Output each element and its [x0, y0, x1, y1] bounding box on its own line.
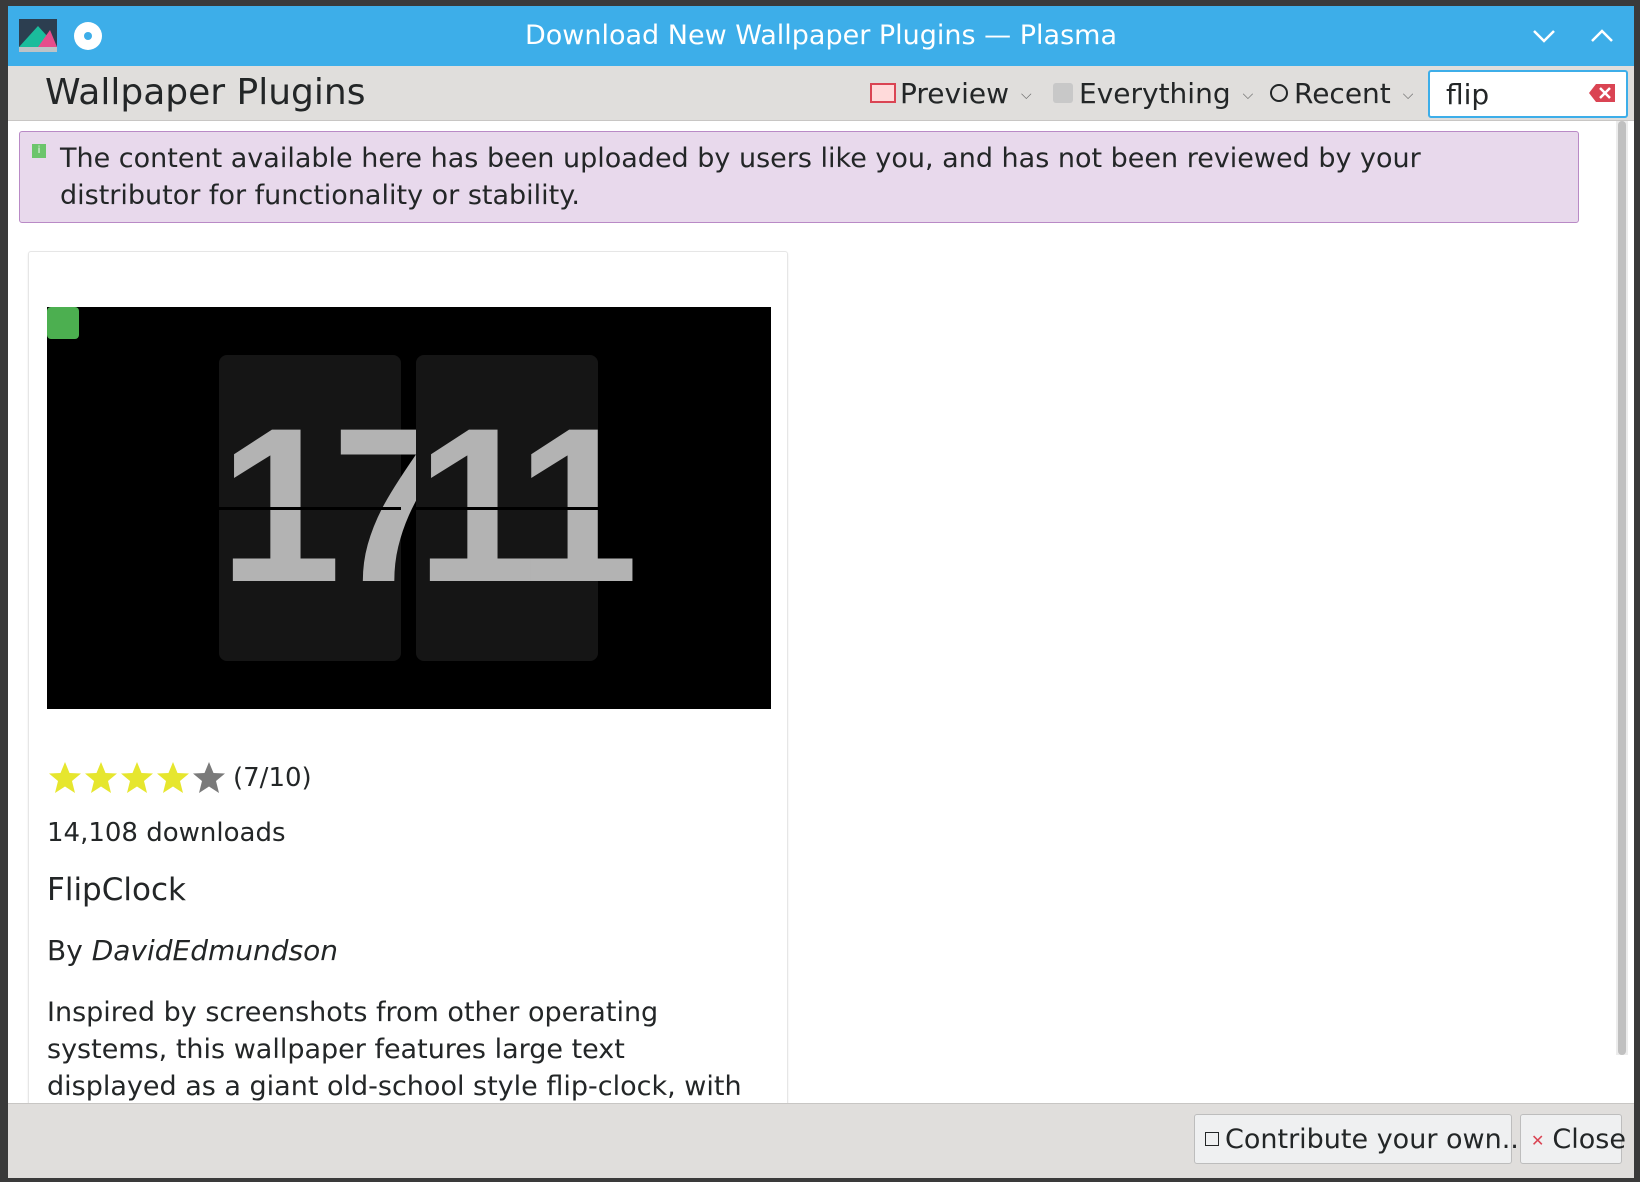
- filter-dropdown[interactable]: Everything ⌵: [1053, 74, 1253, 114]
- flip-divider: [416, 507, 598, 510]
- sort-label: Recent: [1294, 77, 1391, 110]
- download-count: 14,108 downloads: [47, 818, 286, 848]
- header-toolbar: Wallpaper Plugins Preview ⌵ Everything ⌵ R…: [8, 66, 1634, 121]
- star-filled-icon: [157, 762, 189, 793]
- content-area: i The content available here has been up…: [8, 121, 1634, 1103]
- rating: (7/10): [47, 760, 312, 800]
- filter-icon: [1053, 83, 1073, 103]
- item-preview-image[interactable]: 17 11: [47, 307, 771, 709]
- author-prefix: By: [47, 934, 92, 967]
- scrollbar-thumb[interactable]: [1618, 121, 1626, 1055]
- chevron-up-icon: [1591, 29, 1613, 42]
- search-input[interactable]: [1444, 74, 1588, 114]
- item-name[interactable]: FlipClock: [47, 872, 186, 908]
- clock-icon: [1270, 84, 1288, 102]
- page-title: Wallpaper Plugins: [45, 72, 366, 113]
- clear-icon[interactable]: [1588, 83, 1616, 103]
- contribute-button[interactable]: Contribute your own...: [1194, 1114, 1527, 1164]
- chevron-down-icon: ⌵: [1242, 87, 1254, 103]
- rating-text: (7/10): [233, 763, 312, 793]
- star-filled-icon: [49, 762, 81, 793]
- footer-bar: Contribute your own... ✕ Close: [8, 1103, 1634, 1178]
- search-field: [1428, 70, 1628, 118]
- close-label: Close: [1552, 1124, 1626, 1155]
- info-icon: i: [32, 144, 46, 158]
- info-banner: i The content available here has been up…: [19, 131, 1579, 223]
- maximize-button[interactable]: [1586, 20, 1618, 52]
- installed-badge: [47, 307, 79, 339]
- view-mode-dropdown[interactable]: Preview ⌵: [870, 74, 1032, 114]
- upload-icon: [1205, 1131, 1219, 1146]
- sort-dropdown[interactable]: Recent ⌵: [1270, 74, 1413, 114]
- dialog-window: Download New Wallpaper Plugins — Plasma …: [8, 6, 1634, 1178]
- flip-card-minutes: 11: [416, 355, 639, 661]
- flip-card-hours: 17: [219, 355, 454, 661]
- window-title: Download New Wallpaper Plugins — Plasma: [524, 20, 1118, 51]
- flip-digits-hours: 17: [219, 382, 454, 628]
- filter-label: Everything: [1079, 77, 1231, 110]
- item-card[interactable]: 17 11 (7/10) 14,108 downloads FlipClock …: [28, 251, 788, 1103]
- star-empty-icon: [193, 762, 225, 793]
- close-button[interactable]: ✕ Close: [1520, 1114, 1626, 1164]
- author-name: DavidEdmundson: [91, 934, 338, 967]
- rating-stars: [47, 762, 227, 793]
- flip-digits-minutes: 11: [416, 382, 639, 628]
- item-author: By DavidEdmundson: [47, 934, 338, 967]
- close-icon: ✕: [1531, 1130, 1545, 1150]
- chevron-down-icon: [1533, 30, 1555, 43]
- minimize-button[interactable]: [1528, 20, 1560, 52]
- chevron-down-icon: ⌵: [1402, 87, 1414, 103]
- contribute-label: Contribute your own...: [1225, 1124, 1528, 1155]
- chevron-down-icon: ⌵: [1021, 87, 1032, 103]
- info-banner-text: The content available here has been uplo…: [60, 143, 1421, 211]
- scrollbar[interactable]: [1616, 121, 1628, 1055]
- star-filled-icon: [85, 762, 117, 793]
- image-icon: [870, 83, 896, 103]
- flip-divider: [219, 507, 401, 510]
- view-mode-label: Preview: [900, 77, 1009, 110]
- item-description: Inspired by screenshots from other opera…: [47, 997, 742, 1102]
- star-filled-icon: [121, 762, 153, 793]
- title-bar: Download New Wallpaper Plugins — Plasma: [8, 6, 1634, 66]
